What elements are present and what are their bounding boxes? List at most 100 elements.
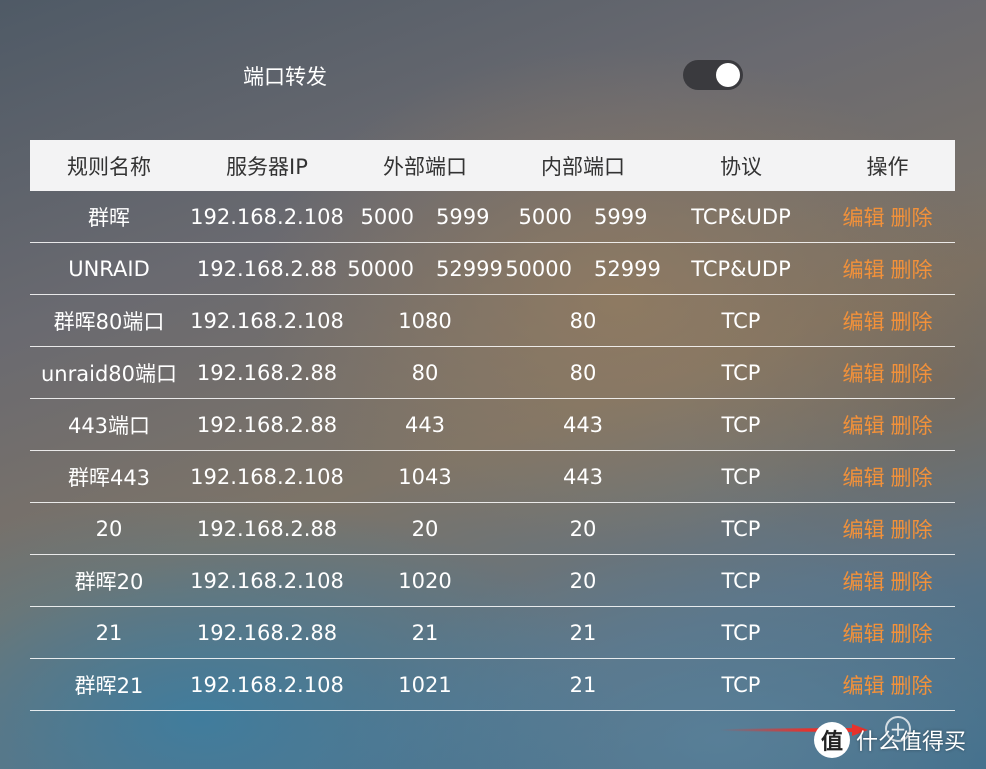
table-row: 群晖 192.168.2.108 5000 5999 5000 5999 TCP&UDP 编辑… <box>30 191 955 243</box>
internal-port: 50000 52999 <box>504 243 662 294</box>
internal-port-start: 50000 <box>505 256 572 281</box>
table-header: 规则名称 服务器IP 外部端口 内部端口 协议 操作 <box>30 140 955 191</box>
protocol: TCP <box>721 672 761 697</box>
edit-link[interactable]: 编辑 <box>843 462 885 492</box>
watermark: 值 什么值得买 <box>814 722 966 758</box>
range-separator <box>572 205 594 229</box>
edit-link[interactable]: 编辑 <box>843 306 885 336</box>
header-title: 端口转发 <box>243 65 327 89</box>
internal-port-end: 5999 <box>594 204 648 229</box>
server-ip: 192.168.2.88 <box>196 412 338 437</box>
rule-name: 21 <box>95 620 123 645</box>
table-row: 群晖20 192.168.2.108 1020 20 TCP 编辑 删除 <box>30 555 955 607</box>
table-row: 20 192.168.2.88 20 20 TCP 编辑 删除 <box>30 503 955 555</box>
table-row: unraid80端口 192.168.2.88 80 80 TCP 编辑 删除 <box>30 347 955 399</box>
delete-link[interactable]: 删除 <box>891 306 933 336</box>
server-ip: 192.168.2.108 <box>190 568 344 593</box>
internal-port: 80 <box>569 360 597 385</box>
edit-link[interactable]: 编辑 <box>843 358 885 388</box>
rule-name: 群晖443 <box>67 465 151 490</box>
internal-port: 21 <box>569 672 597 697</box>
external-port: 1080 <box>398 308 452 333</box>
rule-name: 20 <box>95 516 123 541</box>
server-ip: 192.168.2.108 <box>190 672 344 697</box>
delete-link[interactable]: 删除 <box>891 566 933 596</box>
rule-name: 群晖 <box>88 205 130 230</box>
watermark-logo: 值 <box>814 722 850 758</box>
server-ip: 192.168.2.108 <box>190 204 344 229</box>
edit-link[interactable]: 编辑 <box>843 410 885 440</box>
delete-link[interactable]: 删除 <box>891 202 933 232</box>
row-actions: 编辑 删除 <box>820 607 955 658</box>
rule-name: unraid80端口 <box>40 361 177 386</box>
edit-link[interactable]: 编辑 <box>843 254 885 284</box>
external-port-start: 50000 <box>347 256 414 281</box>
internal-port: 80 <box>569 308 597 333</box>
external-port: 80 <box>411 360 439 385</box>
column-header-external-port: 外部端口 <box>383 154 467 179</box>
rule-name: 443端口 <box>67 413 151 438</box>
watermark-text: 什么值得买 <box>856 730 967 755</box>
internal-port: 5000 5999 <box>504 191 662 242</box>
server-ip: 192.168.2.108 <box>190 308 344 333</box>
internal-port-start: 5000 <box>518 204 572 229</box>
row-actions: 编辑 删除 <box>820 555 955 606</box>
delete-link[interactable]: 删除 <box>891 254 933 284</box>
port-forward-toggle[interactable] <box>683 60 743 90</box>
row-actions: 编辑 删除 <box>820 503 955 554</box>
server-ip: 192.168.2.88 <box>196 516 338 541</box>
server-ip: 192.168.2.108 <box>190 464 344 489</box>
protocol: TCP <box>721 516 761 541</box>
internal-port: 443 <box>562 464 604 489</box>
edit-link[interactable]: 编辑 <box>843 202 885 232</box>
range-separator <box>572 257 594 281</box>
internal-port: 443 <box>562 412 604 437</box>
edit-link[interactable]: 编辑 <box>843 566 885 596</box>
internal-port: 20 <box>569 568 597 593</box>
rule-name: 群晖20 <box>74 569 144 594</box>
table-row: 443端口 192.168.2.88 443 443 TCP 编辑 删除 <box>30 399 955 451</box>
row-actions: 编辑 删除 <box>820 659 955 710</box>
server-ip: 192.168.2.88 <box>196 360 338 385</box>
edit-link[interactable]: 编辑 <box>843 514 885 544</box>
external-port: 1043 <box>398 464 452 489</box>
delete-link[interactable]: 删除 <box>891 462 933 492</box>
delete-link[interactable]: 删除 <box>891 410 933 440</box>
external-port: 20 <box>411 516 439 541</box>
edit-link[interactable]: 编辑 <box>843 670 885 700</box>
row-actions: 编辑 删除 <box>820 295 955 346</box>
external-port: 50000 52999 <box>346 243 504 294</box>
external-port: 443 <box>404 412 446 437</box>
delete-link[interactable]: 删除 <box>891 618 933 648</box>
internal-port-end: 52999 <box>594 256 661 281</box>
column-header-internal-port: 内部端口 <box>541 154 625 179</box>
protocol: TCP&UDP <box>691 256 791 281</box>
range-separator <box>414 205 436 229</box>
external-port-end: 5999 <box>436 204 490 229</box>
range-separator <box>414 257 436 281</box>
external-port: 1020 <box>398 568 452 593</box>
protocol: TCP <box>721 412 761 437</box>
edit-link[interactable]: 编辑 <box>843 618 885 648</box>
column-header-ip: 服务器IP <box>226 154 308 179</box>
row-actions: 编辑 删除 <box>820 399 955 450</box>
delete-link[interactable]: 删除 <box>891 358 933 388</box>
delete-link[interactable]: 删除 <box>891 670 933 700</box>
rule-name: UNRAID <box>68 256 150 281</box>
delete-link[interactable]: 删除 <box>891 514 933 544</box>
external-port: 5000 5999 <box>346 191 504 242</box>
external-port-start: 5000 <box>360 204 414 229</box>
internal-port: 20 <box>569 516 597 541</box>
table-row: 群晖21 192.168.2.108 1021 21 TCP 编辑 删除 <box>30 659 955 711</box>
external-port: 1021 <box>398 672 452 697</box>
port-forward-table: 规则名称 服务器IP 外部端口 内部端口 协议 操作 群晖 192.168.2.1… <box>30 140 955 711</box>
internal-port: 21 <box>569 620 597 645</box>
protocol: TCP <box>721 568 761 593</box>
table-row: 21 192.168.2.88 21 21 TCP 编辑 删除 <box>30 607 955 659</box>
row-actions: 编辑 删除 <box>820 451 955 502</box>
protocol: TCP <box>721 620 761 645</box>
table-row: 群晖443 192.168.2.108 1043 443 TCP 编辑 删除 <box>30 451 955 503</box>
server-ip: 192.168.2.88 <box>196 620 338 645</box>
column-header-protocol: 协议 <box>720 154 762 179</box>
external-port-end: 52999 <box>436 256 503 281</box>
